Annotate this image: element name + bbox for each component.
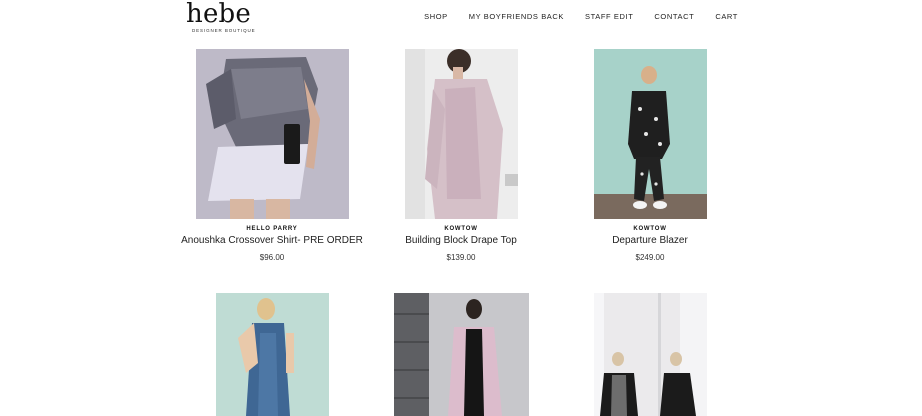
nav-contact[interactable]: CONTACT	[654, 12, 694, 21]
product-image-drape-top[interactable]	[405, 49, 518, 219]
product-brand: HELLO PARRY	[246, 226, 298, 232]
product-price: $139.00	[446, 253, 476, 262]
nav-staff-edit[interactable]: STAFF EDIT	[585, 12, 633, 21]
product-title[interactable]: Building Block Drape Top	[361, 235, 561, 246]
main-nav: SHOP MY BOYFRIENDS BACK STAFF EDIT CONTA…	[403, 12, 738, 21]
product-image-anoushka[interactable]	[196, 49, 349, 219]
nav-shop[interactable]: SHOP	[424, 12, 448, 21]
logo-text: hebe	[186, 0, 251, 29]
product-image-departure-blazer[interactable]	[594, 49, 707, 219]
product-price: $249.00	[635, 253, 665, 262]
product-brand: KOWTOW	[444, 226, 478, 232]
nav-my-boyfriends-back[interactable]: MY BOYFRIENDS BACK	[469, 12, 564, 21]
product-image-denim-dress[interactable]	[216, 293, 329, 416]
product-title[interactable]: Anoushka Crossover Shirt- PRE ORDER	[172, 235, 372, 246]
logo[interactable]: hebe DESIGNER BOUTIQUE	[186, 0, 256, 34]
product-title[interactable]: Departure Blazer	[550, 235, 750, 246]
nav-cart[interactable]: CART	[715, 12, 738, 21]
product-brand: KOWTOW	[633, 226, 667, 232]
product-image-black-coat[interactable]	[594, 293, 707, 416]
logo-tagline: DESIGNER BOUTIQUE	[192, 28, 256, 33]
product-image-pink-cardigan[interactable]	[394, 293, 529, 416]
product-price: $96.00	[259, 253, 285, 262]
